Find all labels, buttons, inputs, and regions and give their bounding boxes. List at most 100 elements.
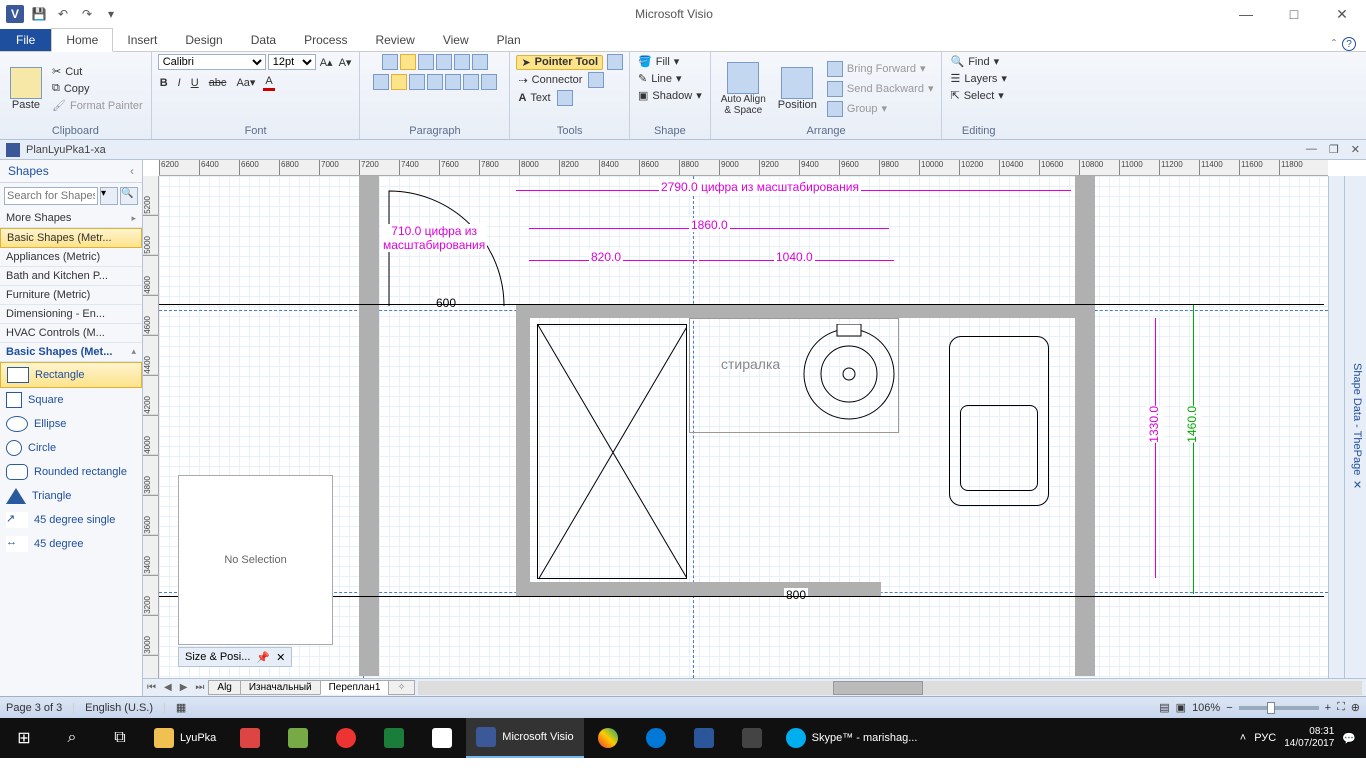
taskview-button[interactable]: ⧉ xyxy=(96,718,144,758)
app-logo[interactable]: V xyxy=(4,3,26,25)
more-shapes-button[interactable]: More Shapes▸ xyxy=(0,209,142,228)
task-chrome[interactable] xyxy=(584,718,632,758)
page-indicator[interactable]: Page 3 of 3 xyxy=(6,702,62,714)
maximize-icon[interactable]: □ xyxy=(1274,6,1314,23)
save-icon[interactable]: 💾 xyxy=(28,3,50,25)
paste-button[interactable]: Paste xyxy=(6,65,46,113)
bring-forward-button[interactable]: Bring Forward ▾ xyxy=(825,60,936,78)
sheet-nav-prev[interactable]: ◀ xyxy=(160,682,176,693)
ruler-vertical[interactable]: 5200500048004600440042004000380036003400… xyxy=(143,176,159,678)
copy-button[interactable]: ⧉Copy xyxy=(50,81,145,96)
increase-font-icon[interactable]: A▴ xyxy=(318,54,335,70)
language-icon[interactable]: РУС xyxy=(1254,732,1276,744)
task-visio[interactable]: Microsoft Visio xyxy=(466,718,583,758)
justify-icon[interactable] xyxy=(427,74,443,90)
format-painter-button[interactable]: 🖌Format Painter xyxy=(50,98,145,113)
align-left-icon[interactable] xyxy=(373,74,389,90)
shape-45-deg[interactable]: ↔45 degree xyxy=(0,532,142,556)
shape-ellipse[interactable]: Ellipse xyxy=(0,412,142,436)
stencil-item[interactable]: HVAC Controls (M... xyxy=(0,324,142,343)
sheet-nav-last[interactable]: ⏭ xyxy=(191,682,208,693)
macro-icon[interactable]: ▦ xyxy=(176,701,186,714)
outdent-icon[interactable] xyxy=(445,74,461,90)
stencil-item[interactable]: Appliances (Metric) xyxy=(0,248,142,267)
sheet-tab[interactable]: Изначальный xyxy=(240,680,321,695)
view-normal-icon[interactable]: ▤ xyxy=(1159,701,1169,714)
task-app1[interactable] xyxy=(226,718,274,758)
text-tool-button[interactable]: AText xyxy=(516,91,552,105)
shape-triangle[interactable]: Triangle xyxy=(0,484,142,508)
collapse-icon[interactable]: ‹ xyxy=(130,164,134,178)
start-button[interactable]: ⊞ xyxy=(0,718,48,758)
task-app2[interactable] xyxy=(274,718,322,758)
scrollbar-vertical[interactable] xyxy=(1328,176,1344,678)
task-opera[interactable] xyxy=(322,718,370,758)
rectangle-tool-icon[interactable] xyxy=(607,54,623,70)
tab-file[interactable]: File xyxy=(0,29,51,51)
ruler-horizontal[interactable]: 6200640066006800700072007400760078008000… xyxy=(159,160,1328,176)
cut-button[interactable]: ✂Cut xyxy=(50,64,145,79)
minimize-icon[interactable]: — xyxy=(1226,6,1266,23)
layers-button[interactable]: ☰Layers ▾ xyxy=(948,71,1008,86)
stencil-item[interactable]: Bath and Kitchen P... xyxy=(0,267,142,286)
rotate-icon[interactable] xyxy=(481,74,497,90)
tab-design[interactable]: Design xyxy=(171,29,236,51)
shape-data-panel[interactable]: Shape Data - ThePage ✕ xyxy=(1344,176,1366,678)
doc-restore-icon[interactable]: ❐ xyxy=(1329,143,1339,156)
bold-button[interactable]: B xyxy=(158,74,170,91)
sheet-tab[interactable]: Переплан1 xyxy=(320,680,390,695)
task-edge[interactable] xyxy=(632,718,680,758)
find-button[interactable]: 🔍Find ▾ xyxy=(948,54,1001,69)
search-dropdown-icon[interactable]: ▾ xyxy=(100,187,118,205)
doc-close-icon[interactable]: ✕ xyxy=(1351,143,1360,156)
select-button[interactable]: ⇱Select ▾ xyxy=(948,88,1005,103)
strikethrough-button[interactable]: abc xyxy=(207,74,229,91)
size-position-panel[interactable]: Size & Posi... 📌 ✕ xyxy=(178,647,292,667)
freeform-tool-icon[interactable] xyxy=(588,72,604,88)
view-fullscreen-icon[interactable]: ▣ xyxy=(1176,701,1186,714)
send-backward-button[interactable]: Send Backward ▾ xyxy=(825,80,936,98)
fill-button[interactable]: 🪣Fill ▾ xyxy=(636,54,681,69)
task-store[interactable] xyxy=(418,718,466,758)
italic-button[interactable]: I xyxy=(176,74,183,91)
tab-review[interactable]: Review xyxy=(361,29,428,51)
shadow-button[interactable]: ▣Shadow ▾ xyxy=(636,88,704,103)
stencil-item[interactable]: Furniture (Metric) xyxy=(0,286,142,305)
stencil-item[interactable]: Basic Shapes (Metr... xyxy=(0,228,142,248)
case-button[interactable]: Aa▾ xyxy=(234,74,257,91)
line-button[interactable]: ✎Line ▾ xyxy=(636,71,684,86)
align-right-icon[interactable] xyxy=(409,74,425,90)
notifications-icon[interactable]: 💬 xyxy=(1342,732,1356,745)
connector-tool-button[interactable]: ⇢Connector xyxy=(516,73,584,88)
redo-icon[interactable]: ↷ xyxy=(76,3,98,25)
scrollbar-horizontal[interactable] xyxy=(418,681,1362,695)
indent-icon[interactable] xyxy=(463,74,479,90)
zoom-level[interactable]: 106% xyxy=(1192,702,1220,714)
shape-rectangle[interactable]: Rectangle xyxy=(0,362,142,388)
fit-page-icon[interactable]: ⛶ xyxy=(1337,701,1345,714)
tab-home[interactable]: Home xyxy=(51,28,113,52)
task-explorer[interactable]: LyuPka xyxy=(144,718,226,758)
font-color-button[interactable]: A xyxy=(263,74,274,91)
bullets-icon[interactable] xyxy=(454,54,470,70)
sheet-tab[interactable]: Alg xyxy=(208,680,240,695)
qat-customize-icon[interactable]: ▾ xyxy=(100,3,122,25)
font-size-combo[interactable]: 12pt xyxy=(268,54,316,70)
autoalign-button[interactable]: Auto Align& Space xyxy=(717,60,770,118)
tab-process[interactable]: Process xyxy=(290,29,361,51)
zoom-slider[interactable] xyxy=(1239,706,1319,710)
task-skype[interactable]: Skype™ - marishag... xyxy=(776,718,928,758)
group-button[interactable]: Group ▾ xyxy=(825,100,936,118)
underline-button[interactable]: U xyxy=(189,74,201,91)
align-top-icon[interactable] xyxy=(382,54,398,70)
textblock-icon[interactable] xyxy=(472,54,488,70)
close-icon[interactable]: ✕ xyxy=(1322,6,1362,23)
shape-circle[interactable]: Circle xyxy=(0,436,142,460)
pan-zoom-icon[interactable]: ⊕ xyxy=(1351,701,1360,714)
align-center-icon[interactable] xyxy=(391,74,407,90)
tab-data[interactable]: Data xyxy=(237,29,290,51)
search-go-icon[interactable]: 🔍 xyxy=(120,187,138,205)
orientation-icon[interactable] xyxy=(436,54,452,70)
minimize-ribbon-icon[interactable]: ˆ xyxy=(1332,37,1336,51)
pointer-tool-button[interactable]: ➤Pointer Tool xyxy=(516,55,603,70)
